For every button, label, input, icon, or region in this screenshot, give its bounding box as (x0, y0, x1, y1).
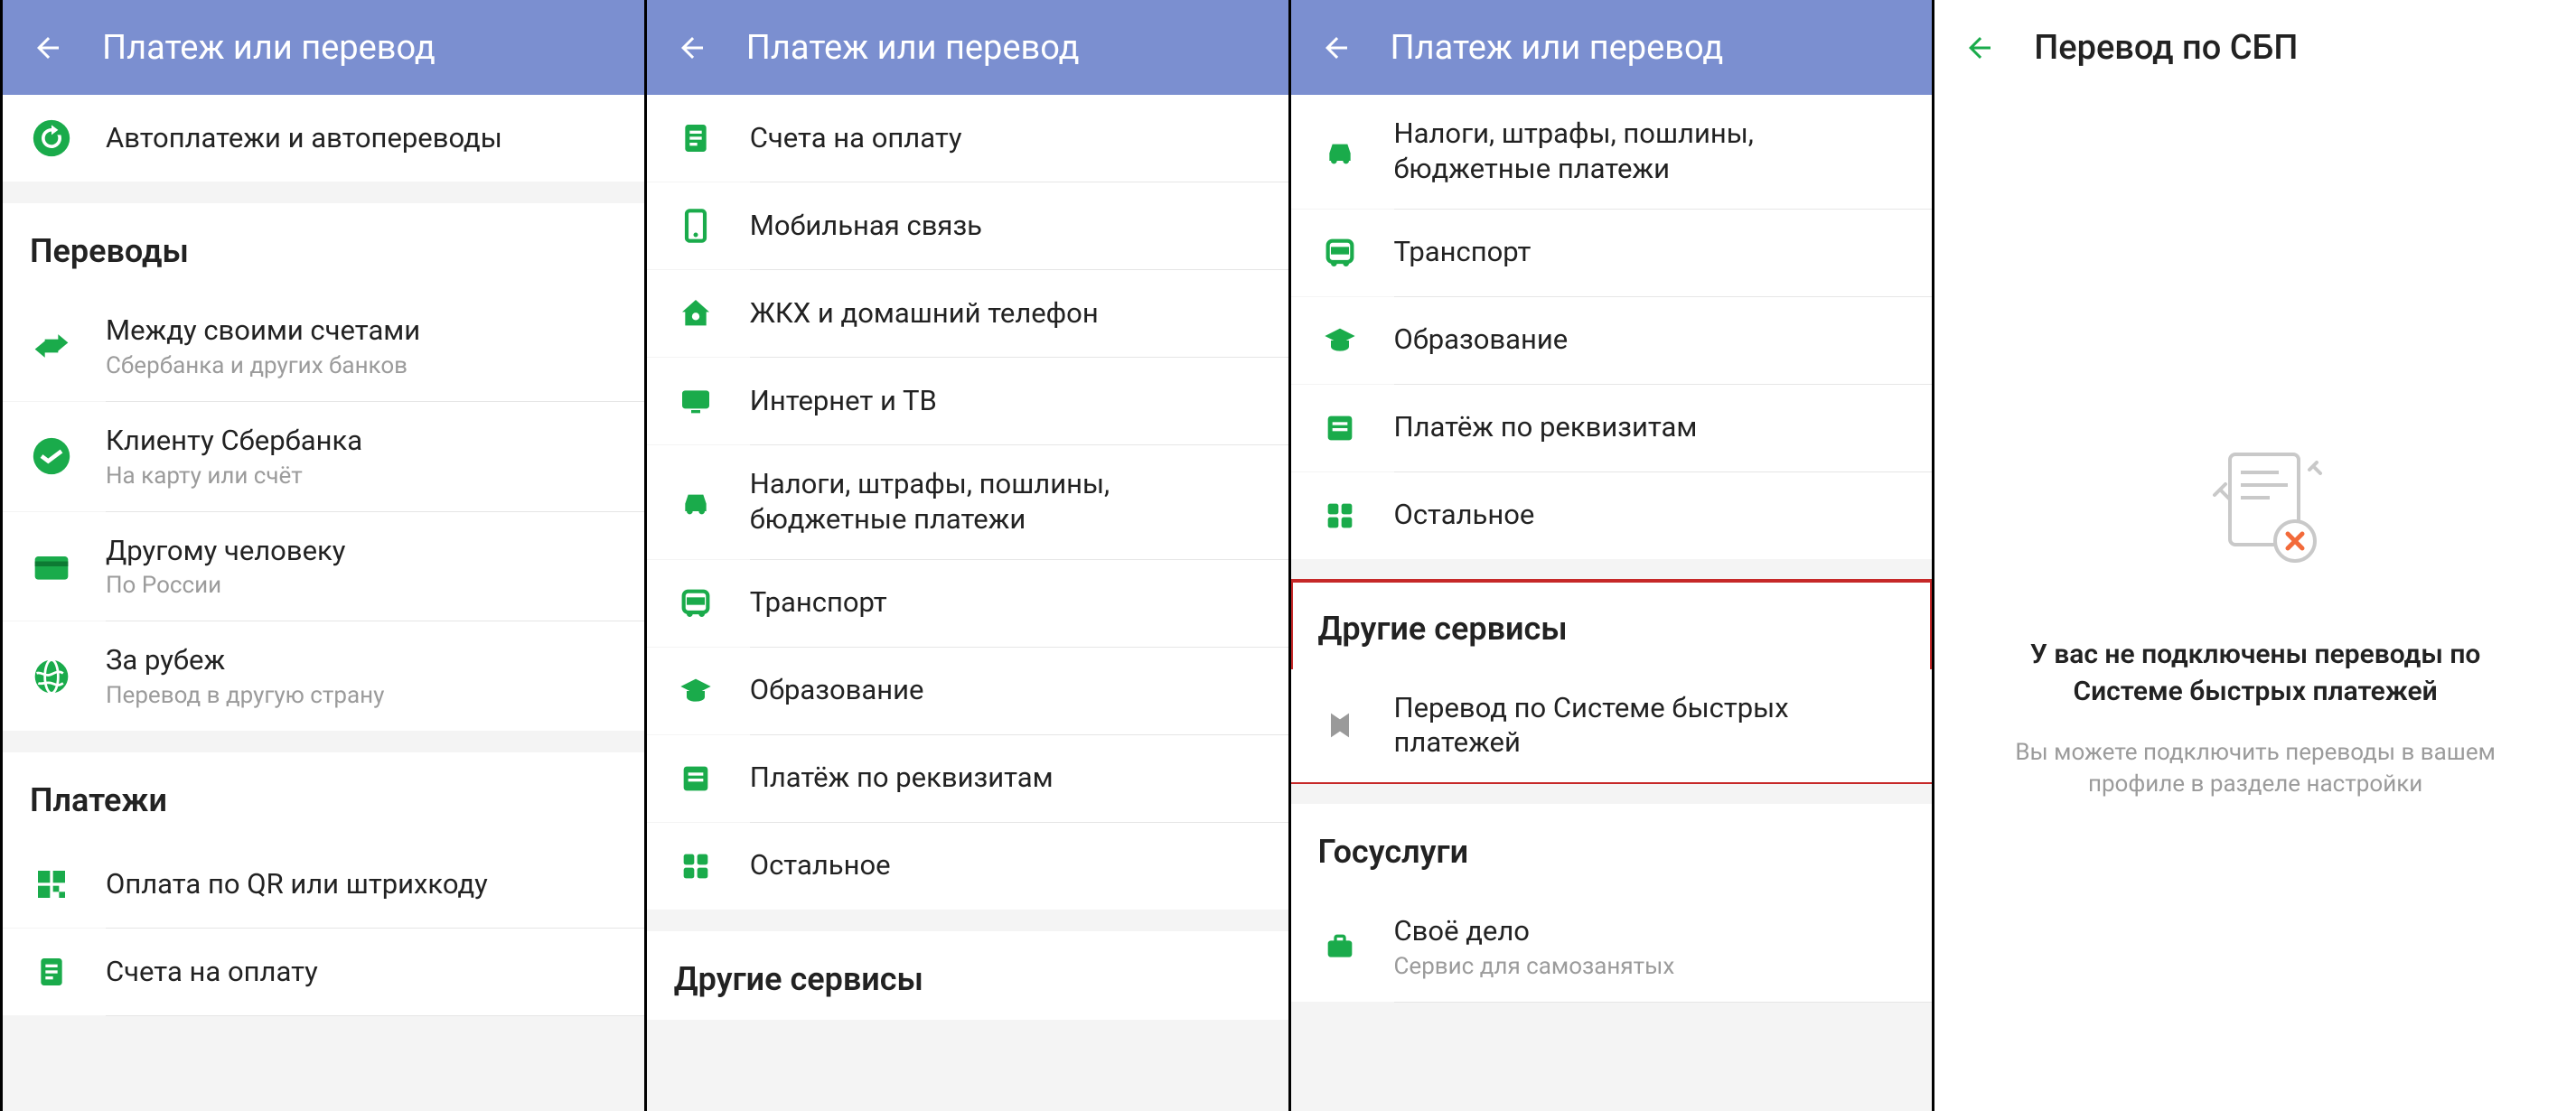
education-icon (1318, 319, 1362, 362)
swap-icon (30, 324, 73, 368)
row-transport[interactable]: Транспорт (1291, 210, 1933, 296)
row-other[interactable]: Остальное (1291, 472, 1933, 559)
invoice-icon (674, 117, 717, 160)
section-other-services: Другие сервисы (1291, 581, 1933, 669)
section-payments: Платежи (3, 752, 644, 841)
arrow-back-icon (676, 32, 708, 64)
refresh-icon (30, 117, 73, 160)
row-sber-client[interactable]: Клиенту СбербанкаНа карту или счёт (3, 402, 644, 511)
row-taxes[interactable]: Налоги, штрафы, пошлины, бюджетные плате… (1291, 95, 1933, 209)
back-button[interactable] (674, 30, 710, 66)
row-utilities[interactable]: ЖКХ и домашний телефон (647, 270, 1288, 357)
row-autopayments[interactable]: Автоплатежи и автопереводы (3, 95, 644, 182)
empty-heading: У вас не подключены переводы по Системе … (1975, 637, 2535, 710)
row-sbp-transfer[interactable]: Перевод по Системе быстрых платежей (1291, 669, 1933, 783)
row-qr-pay[interactable]: Оплата по QR или штрихкоду (3, 841, 644, 928)
row-education[interactable]: Образование (647, 648, 1288, 734)
bus-icon (674, 582, 717, 625)
row-between-accounts[interactable]: Между своими счетамиСбербанка и других б… (3, 292, 644, 401)
row-other-person[interactable]: Другому человекуПо России (3, 512, 644, 621)
back-button[interactable] (30, 30, 66, 66)
row-requisites[interactable]: Платёж по реквизитам (1291, 385, 1933, 471)
phone-icon (674, 204, 717, 247)
arrow-back-icon (1963, 32, 1996, 64)
row-taxes[interactable]: Налоги, штрафы, пошлины, бюджетные плате… (647, 445, 1288, 559)
page-title: Платеж или перевод (1391, 28, 1724, 68)
row-invoices[interactable]: Счета на оплату (647, 95, 1288, 182)
car-icon (674, 481, 717, 524)
house-icon (674, 292, 717, 335)
screen-3: Платеж или перевод Налоги, штрафы, пошли… (1288, 0, 1933, 1111)
empty-subtext: Вы можете подключить переводы в вашем пр… (2002, 737, 2508, 800)
highlighted-section: Другие сервисы Перевод по Системе быстры… (1291, 581, 1933, 783)
education-icon (674, 669, 717, 713)
header: Платеж или перевод (1291, 0, 1933, 95)
row-own-business[interactable]: Своё делоСервис для самозанятых (1291, 892, 1933, 1002)
empty-state: У вас не подключены переводы по Системе … (1934, 95, 2576, 1111)
grid-icon (674, 845, 717, 888)
header: Перевод по СБП (1934, 0, 2576, 95)
row-invoices[interactable]: Счета на оплату (3, 929, 644, 1015)
row-internet[interactable]: Интернет и ТВ (647, 358, 1288, 444)
car-icon (1318, 130, 1362, 173)
screen-2: Платеж или перевод Счета на оплату Мобил… (644, 0, 1288, 1111)
section-gosuslugi: Госуслуги (1291, 804, 1933, 892)
requisites-icon (674, 757, 717, 800)
invoice-icon (30, 950, 73, 994)
content: Автоплатежи и автопереводы Переводы Межд… (3, 95, 644, 1111)
arrow-back-icon (1320, 32, 1353, 64)
section-other-services: Другие сервисы (647, 931, 1288, 1020)
screen-4: Перевод по СБП У вас не подключены перев… (1932, 0, 2576, 1111)
row-transport[interactable]: Транспорт (647, 560, 1288, 647)
label: Автоплатежи и автопереводы (106, 121, 617, 156)
back-button[interactable] (1962, 30, 1998, 66)
grid-icon (1318, 494, 1362, 537)
content: Счета на оплату Мобильная связь ЖКХ и до… (647, 95, 1288, 1111)
qr-icon (30, 863, 73, 906)
bus-icon (1318, 231, 1362, 275)
page-title: Платеж или перевод (746, 28, 1080, 68)
globe-icon (30, 655, 73, 698)
header: Платеж или перевод (647, 0, 1288, 95)
section-transfers: Переводы (3, 203, 644, 292)
screen-1: Платеж или перевод Автоплатежи и автопер… (0, 0, 644, 1111)
row-education[interactable]: Образование (1291, 297, 1933, 384)
row-mobile[interactable]: Мобильная связь (647, 182, 1288, 269)
row-other[interactable]: Остальное (647, 823, 1288, 910)
sbp-icon (1318, 704, 1362, 747)
row-abroad[interactable]: За рубежПеревод в другую страну (3, 621, 644, 731)
header: Платеж или перевод (3, 0, 644, 95)
arrow-back-icon (32, 32, 64, 64)
document-error-icon (2174, 438, 2337, 583)
back-button[interactable] (1318, 30, 1354, 66)
page-title: Платеж или перевод (102, 28, 436, 68)
card-icon (30, 545, 73, 588)
briefcase-icon (1318, 925, 1362, 968)
page-title: Перевод по СБП (2034, 28, 2298, 68)
row-requisites[interactable]: Платёж по реквизитам (647, 735, 1288, 822)
requisites-icon (1318, 406, 1362, 450)
content: Налоги, штрафы, пошлины, бюджетные плате… (1291, 95, 1933, 1111)
sber-icon (30, 434, 73, 478)
internet-icon (674, 379, 717, 423)
